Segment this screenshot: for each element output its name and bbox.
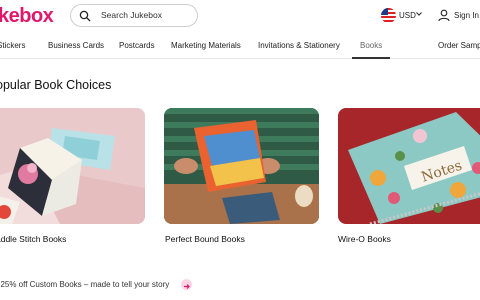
user-icon[interactable]	[438, 9, 450, 22]
wire-o-image: Notes	[338, 108, 480, 224]
chevron-down-icon[interactable]	[416, 11, 422, 17]
search-icon	[79, 10, 91, 22]
nav-item-postcards[interactable]: Postcards	[119, 41, 155, 50]
perfect-bound-image	[164, 108, 319, 224]
saddle-stitch-image	[0, 108, 145, 224]
card-perfect-bound-books[interactable]	[164, 108, 319, 224]
us-flag-icon[interactable]	[381, 8, 396, 23]
section-title: opular Book Choices	[0, 78, 112, 92]
nav-item-stickers[interactable]: Stickers	[0, 41, 25, 50]
nav-item-business-cards[interactable]: Business Cards	[48, 41, 104, 50]
card-label-perfect-bound[interactable]: Perfect Bound Books	[165, 234, 245, 244]
card-saddle-stitch-books[interactable]	[0, 108, 145, 224]
sign-in-link[interactable]: Sign In	[454, 11, 479, 20]
promo-text[interactable]: t 25% off Custom Books – made to tell yo…	[0, 280, 169, 289]
header: kebox Search Jukebox USD Sign In	[0, 0, 480, 34]
card-label-saddle-stitch[interactable]: addle Stitch Books	[0, 234, 66, 244]
nav-item-marketing-materials[interactable]: Marketing Materials	[171, 41, 241, 50]
arrow-right-icon	[184, 284, 190, 289]
search-placeholder: Search Jukebox	[101, 10, 162, 20]
category-nav: Stickers Business Cards Postcards Market…	[0, 34, 480, 59]
promo-arrow-button[interactable]	[181, 279, 192, 290]
card-wire-o-books[interactable]: Notes	[338, 108, 480, 224]
logo[interactable]: kebox	[0, 5, 54, 28]
nav-item-invitations-stationery[interactable]: Invitations & Stationery	[258, 41, 340, 50]
currency-selector[interactable]: USD	[399, 11, 416, 20]
nav-item-books[interactable]: Books	[360, 41, 382, 50]
card-label-wire-o[interactable]: Wire-O Books	[338, 234, 391, 244]
search-input[interactable]: Search Jukebox	[70, 4, 198, 27]
nav-item-order-samples[interactable]: Order Samp	[438, 41, 480, 50]
active-tab-indicator	[352, 57, 390, 59]
